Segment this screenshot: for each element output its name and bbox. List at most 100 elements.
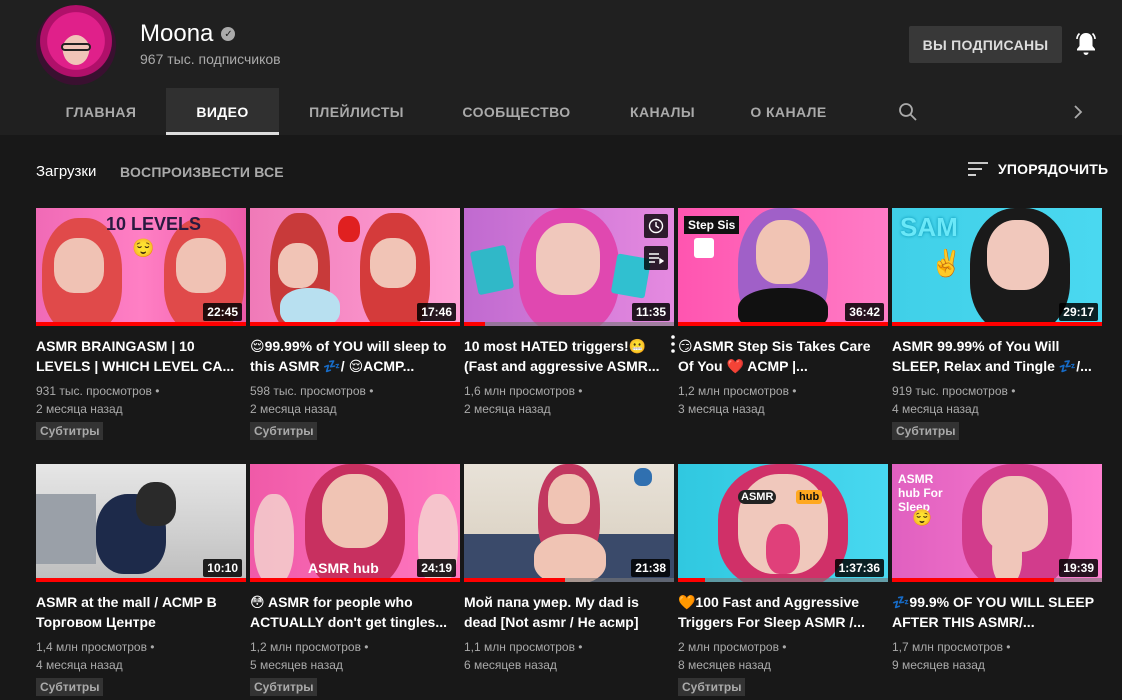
video-thumbnail[interactable]: ASMR hub 1:37:36 [678, 464, 888, 582]
video-meta: 1,1 млн просмотров • 6 месяцев назад [464, 640, 583, 672]
sort-button[interactable]: УПОРЯДОЧИТЬ [968, 161, 1108, 177]
video-views: 1,6 млн просмотров [464, 384, 575, 398]
video-card[interactable]: 17:46 😌99.99% of YOU will sleep to this … [250, 208, 460, 440]
watch-progress [678, 322, 888, 326]
video-meta: 2 млн просмотров • 8 месяцев назад [678, 640, 787, 672]
video-thumbnail[interactable]: 10 LEVELS 😌 22:45 [36, 208, 246, 326]
tab-channels[interactable]: КАНАЛЫ [599, 88, 726, 135]
video-thumbnail[interactable]: 17:46 [250, 208, 460, 326]
video-title[interactable]: 10 most HATED triggers!😬 (Fast and aggre… [464, 336, 674, 376]
sort-label: УПОРЯДОЧИТЬ [998, 161, 1109, 177]
video-age: 3 месяца назад [678, 402, 765, 416]
thumb-text: Step Sis [684, 216, 740, 234]
video-duration: 24:19 [417, 559, 456, 577]
video-title[interactable]: 🧡100 Fast and Aggressive Triggers For Sl… [678, 592, 888, 632]
video-meta: 1,6 млн просмотров • 2 месяца назад [464, 384, 583, 416]
video-duration: 36:42 [845, 303, 884, 321]
video-views: 1,7 млн просмотров [892, 640, 1003, 654]
channel-header: Moona ✓ 967 тыс. подписчиков ВЫ ПОДПИСАН… [0, 0, 1122, 135]
video-meta: 1,2 млн просмотров • 3 месяца назад [678, 384, 797, 416]
video-card[interactable]: ASMR hub 1:37:36 🧡100 Fast and Aggressiv… [678, 464, 888, 696]
channel-name-text: Moona [140, 20, 214, 47]
subtitles-badge: Субтитры [36, 422, 104, 440]
play-all-button[interactable]: ВОСПРОИЗВЕСТИ ВСЕ [120, 164, 284, 180]
video-thumbnail[interactable]: ASMR hub 24:19 [250, 464, 460, 582]
video-thumbnail[interactable]: 21:38 [464, 464, 674, 582]
chevron-right-icon[interactable] [1070, 103, 1086, 121]
video-age: 2 месяца назад [36, 402, 123, 416]
search-icon[interactable] [898, 102, 918, 122]
video-views: 1,2 млн просмотров [678, 384, 789, 398]
video-meta: 1,4 млн просмотров • 4 месяца назад [36, 640, 155, 672]
video-card[interactable]: 10 LEVELS 😌 22:45 ASMR BRAINGASM | 10 LE… [36, 208, 246, 440]
video-duration: 11:35 [631, 303, 670, 321]
video-meta: 1,7 млн просмотров • 9 месяцев назад [892, 640, 1011, 672]
subtitles-badge: Субтитры [36, 678, 104, 696]
channel-name: Moona ✓ [140, 20, 236, 48]
video-views: 1,1 млн просмотров [464, 640, 575, 654]
watch-progress [892, 578, 1102, 582]
video-age: 8 месяцев назад [678, 658, 771, 672]
video-title[interactable]: Мой папа умер. My dad is dead [Not asmr … [464, 592, 674, 632]
video-views: 931 тыс. просмотров [36, 384, 152, 398]
tab-playlists[interactable]: ПЛЕЙЛИСТЫ [279, 88, 434, 135]
verified-icon: ✓ [221, 27, 236, 41]
video-views: 1,2 млн просмотров [250, 640, 361, 654]
thumb-text: ASMR hub [308, 560, 379, 576]
bell-icon[interactable] [1074, 31, 1098, 57]
tab-community[interactable]: СООБЩЕСТВО [434, 88, 599, 135]
subscribed-button[interactable]: ВЫ ПОДПИСАНЫ [909, 26, 1062, 63]
subtitles-badge: Субтитры [250, 678, 318, 696]
subtitles-badge: Субтитры [250, 422, 318, 440]
video-title[interactable]: 💤99.9% OF YOU WILL SLEEP AFTER THIS ASMR… [892, 592, 1102, 632]
video-card[interactable]: Step Sis 36:42 😏ASMR Step Sis Takes Care… [678, 208, 888, 418]
video-thumbnail[interactable]: ASMR hub For Sleep 😌 19:39 [892, 464, 1102, 582]
video-duration: 22:45 [203, 303, 242, 321]
add-to-queue-icon[interactable] [644, 246, 668, 270]
video-title[interactable]: 😌99.99% of YOU will sleep to this ASMR 💤… [250, 336, 460, 376]
video-title[interactable]: 😏ASMR Step Sis Takes Care Of You ❤️ ACMP… [678, 336, 888, 376]
video-thumbnail[interactable]: SAM ✌️ 29:17 [892, 208, 1102, 326]
tab-videos[interactable]: ВИДЕО [166, 88, 279, 135]
video-title[interactable]: ASMR BRAINGASM | 10 LEVELS | WHICH LEVEL… [36, 336, 246, 376]
video-thumbnail[interactable]: 10:10 [36, 464, 246, 582]
video-title[interactable]: ASMR at the mall / АСМР В Торговом Центр… [36, 592, 246, 632]
video-title[interactable]: 😳 ASMR for people who ACTUALLY don't get… [250, 592, 460, 632]
video-duration: 19:39 [1059, 559, 1098, 577]
video-age: 2 месяца назад [464, 402, 551, 416]
more-actions-icon[interactable] [668, 334, 678, 354]
video-card[interactable]: ASMR hub For Sleep 😌 19:39 💤99.9% OF YOU… [892, 464, 1102, 674]
video-card[interactable]: ASMR hub 24:19 😳 ASMR for people who ACT… [250, 464, 460, 696]
thumb-text: 10 LEVELS [106, 214, 202, 234]
subscriber-count: 967 тыс. подписчиков [140, 51, 281, 67]
video-meta: 598 тыс. просмотров • 2 месяца назад [250, 384, 374, 416]
video-card[interactable]: 11:35 10 most HATED triggers!😬 (Fast and… [464, 208, 675, 418]
video-meta: 919 тыс. просмотров • 4 месяца назад [892, 384, 1016, 416]
thumb-text: SAM [900, 212, 958, 242]
video-thumbnail[interactable]: Step Sis 36:42 [678, 208, 888, 326]
watch-progress [464, 322, 674, 326]
watch-progress [36, 578, 246, 582]
tab-about[interactable]: О КАНАЛЕ [726, 88, 851, 135]
video-views: 2 млн просмотров [678, 640, 779, 654]
watch-progress [892, 322, 1102, 326]
watch-later-icon[interactable] [644, 214, 668, 238]
subtitles-badge: Субтитры [678, 678, 746, 696]
video-views: 598 тыс. просмотров [250, 384, 366, 398]
video-duration: 17:46 [417, 303, 456, 321]
watch-progress [678, 578, 888, 582]
channel-avatar[interactable] [36, 5, 116, 85]
video-duration: 1:37:36 [834, 559, 884, 577]
video-card[interactable]: 10:10 ASMR at the mall / АСМР В Торговом… [36, 464, 246, 696]
video-card[interactable]: 21:38 Мой папа умер. My dad is dead [Not… [464, 464, 674, 674]
video-card[interactable]: SAM ✌️ 29:17 ASMR 99.99% of You Will SLE… [892, 208, 1102, 440]
video-meta: 1,2 млн просмотров • 5 месяцев назад [250, 640, 369, 672]
video-views: 919 тыс. просмотров [892, 384, 1008, 398]
video-title[interactable]: ASMR 99.99% of You Will SLEEP, Relax and… [892, 336, 1102, 376]
video-duration: 10:10 [203, 559, 242, 577]
video-age: 4 месяца назад [892, 402, 979, 416]
video-thumbnail[interactable]: 11:35 [464, 208, 674, 326]
video-views: 1,4 млн просмотров [36, 640, 147, 654]
subtitles-badge: Субтитры [892, 422, 960, 440]
tab-home[interactable]: ГЛАВНАЯ [36, 88, 166, 135]
